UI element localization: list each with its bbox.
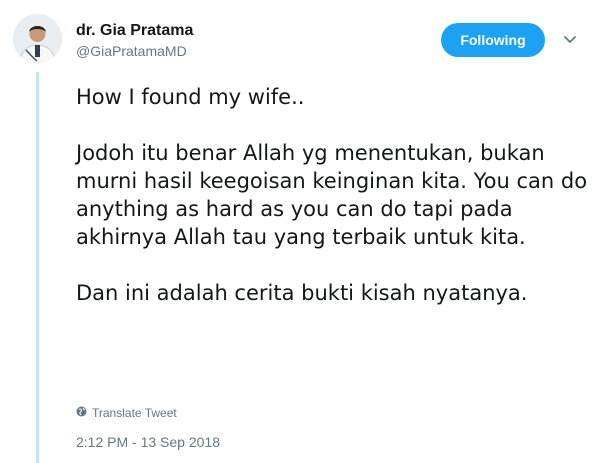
avatar-image bbox=[13, 14, 62, 63]
tweet-paragraph: Jodoh itu benar Allah yg menentukan, buk… bbox=[76, 141, 588, 249]
globe-icon bbox=[76, 406, 87, 420]
avatar[interactable] bbox=[13, 14, 62, 63]
following-button[interactable]: Following bbox=[441, 23, 545, 57]
translate-label: Translate Tweet bbox=[92, 406, 177, 420]
author-handle[interactable]: @GiaPratamaMD bbox=[76, 43, 187, 59]
tweet-timestamp[interactable]: 2:12 PM - 13 Sep 2018 bbox=[76, 434, 220, 450]
tweet-paragraph: Dan ini adalah cerita bukti kisah nyatan… bbox=[76, 281, 528, 305]
translate-tweet-link[interactable]: Translate Tweet bbox=[76, 406, 177, 420]
thread-connector-line bbox=[36, 72, 39, 463]
tweet-paragraph: How I found my wife.. bbox=[76, 85, 305, 109]
chevron-down-icon[interactable] bbox=[561, 31, 579, 49]
tweet-text: How I found my wife.. Jodoh itu benar Al… bbox=[76, 83, 591, 307]
author-name[interactable]: dr. Gia Pratama bbox=[76, 22, 193, 40]
